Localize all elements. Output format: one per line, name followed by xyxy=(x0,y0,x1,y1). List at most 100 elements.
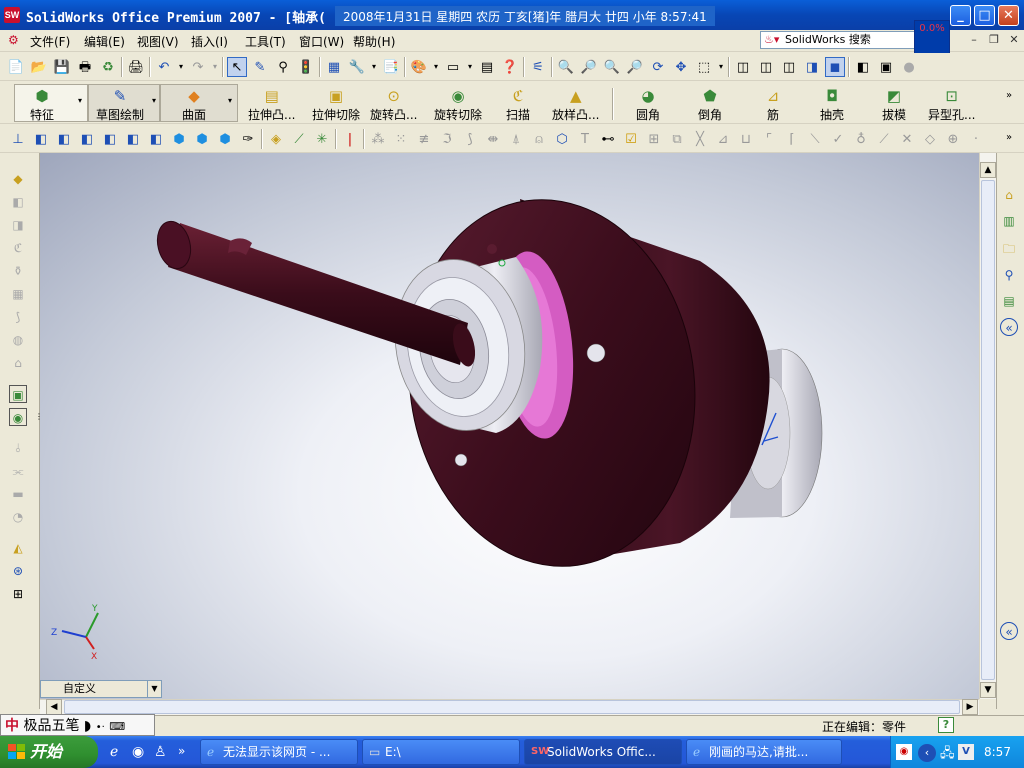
polygon-icon[interactable]: ⬡ xyxy=(552,129,572,149)
pattern-icon[interactable]: ⁂ xyxy=(368,129,388,149)
grid-options-icon[interactable]: ▦ xyxy=(324,57,344,77)
new-file-icon[interactable]: 📄 xyxy=(6,57,26,77)
surface-tab[interactable]: ◆ 曲面 xyxy=(182,86,206,123)
revolve-cut-button[interactable]: ◉ 旋转切除 xyxy=(434,86,482,123)
sketch-tool-12-icon[interactable]: ⊕ xyxy=(943,129,963,149)
ime-punct-icon[interactable]: •· xyxy=(96,722,105,733)
rib-button[interactable]: ⊿ 筋 xyxy=(762,86,784,123)
sketch-tool-2-icon[interactable]: ⊿ xyxy=(713,129,733,149)
sketch-tool-6-icon[interactable]: ⟍ xyxy=(805,129,825,149)
fillet-button[interactable]: ◕ 圆角 xyxy=(636,86,660,123)
bottom-view-icon[interactable]: ◧ xyxy=(146,129,166,149)
solidworks-logo-icon[interactable]: SW xyxy=(4,7,20,23)
redo-icon[interactable]: ↷ xyxy=(188,57,208,77)
mirror-icon[interactable]: ⇼ xyxy=(483,129,503,149)
expand-pane-icon[interactable]: « xyxy=(1000,622,1018,640)
axis-tool-icon[interactable]: ⊛ xyxy=(9,562,27,580)
surface-dropdown-icon[interactable]: ▾ xyxy=(228,96,232,105)
menu-view[interactable]: 视图(V) xyxy=(137,33,179,50)
design-library-icon[interactable]: ▥ xyxy=(1000,212,1018,230)
undo-icon[interactable]: ↶ xyxy=(154,57,174,77)
measure-icon[interactable]: ⚟ xyxy=(528,57,548,77)
pan-icon[interactable]: ✥ xyxy=(671,57,691,77)
sketch-tool-10-icon[interactable]: ✕ xyxy=(897,129,917,149)
appearance-dropdown-icon[interactable]: ▾ xyxy=(432,57,440,77)
extrude-tool-icon[interactable]: ◆ xyxy=(9,170,27,188)
graphics-viewport[interactable]: Y Z X xyxy=(40,153,979,699)
offset-icon[interactable]: ℑ xyxy=(437,129,457,149)
undo-dropdown-icon[interactable]: ▾ xyxy=(177,57,185,77)
help-status-icon[interactable]: ? xyxy=(938,717,954,733)
doc-close-icon[interactable]: ✕ xyxy=(1006,32,1022,48)
add-relation-icon[interactable]: ⊷ xyxy=(598,129,618,149)
open-file-icon[interactable]: 📂 xyxy=(29,57,49,77)
view-orientation-dropdown-icon[interactable]: ▾ xyxy=(717,57,725,77)
split-tool-icon[interactable]: ◔ xyxy=(9,508,27,526)
sketch-tool-7-icon[interactable]: ✓ xyxy=(828,129,848,149)
save-icon[interactable]: 💾 xyxy=(52,57,72,77)
app-quicklaunch-icon[interactable]: ♙ xyxy=(154,744,167,760)
quicklaunch-expand-icon[interactable]: » xyxy=(178,744,185,758)
task-explorer[interactable]: ▭ E:\ xyxy=(362,739,520,765)
relation-icon[interactable]: ≢ xyxy=(414,129,434,149)
publish-icon[interactable]: ♻ xyxy=(98,57,118,77)
scale-tool-icon[interactable]: ▬ xyxy=(9,485,27,503)
network-icon[interactable]: 🖧 xyxy=(940,744,955,766)
print-icon[interactable]: 🖨 xyxy=(126,57,146,77)
display-relation-icon[interactable]: ☑ xyxy=(621,129,641,149)
file-explorer-icon[interactable]: 🗀 xyxy=(1000,240,1018,258)
loft-boss-button[interactable]: ▲ 放样凸... xyxy=(552,86,599,123)
move-entities-icon[interactable]: ⧉ xyxy=(667,129,687,149)
menu-insert[interactable]: 插入(I) xyxy=(191,33,228,50)
chamfer-button[interactable]: ⬟ 倒角 xyxy=(698,86,722,123)
revolve-boss-button[interactable]: ⊙ 旋转凸... xyxy=(370,86,417,123)
wireframe-icon[interactable]: ◫ xyxy=(733,57,753,77)
search-icon[interactable]: ♨▾ xyxy=(764,33,782,47)
fillet-tool-icon[interactable]: ▣ xyxy=(9,385,27,403)
sketch-dropdown-icon[interactable]: ▾ xyxy=(152,96,156,105)
view-orientation-icon[interactable]: ⬚ xyxy=(694,57,714,77)
front-view-icon[interactable]: ◧ xyxy=(31,129,51,149)
centerline-icon[interactable]: ⟋ xyxy=(289,129,309,149)
shaded-with-edges-icon[interactable]: ◨ xyxy=(802,57,822,77)
draft-button[interactable]: ◩ 拔模 xyxy=(882,86,906,123)
extrude-cut-tool-icon[interactable]: ◧ xyxy=(9,193,27,211)
search-pane-icon[interactable]: ⚲ xyxy=(1000,266,1018,284)
dropdown-arrow-icon[interactable]: ▼ xyxy=(147,681,161,697)
menu-help[interactable]: 帮助(H) xyxy=(353,33,395,50)
minimize-button[interactable]: _ xyxy=(950,5,971,26)
sketch-mode-icon[interactable]: | xyxy=(340,129,360,149)
sketch-tool-9-icon[interactable]: ⟋ xyxy=(874,129,894,149)
window-tile-icon[interactable]: ▭ xyxy=(443,57,463,77)
shell-button[interactable]: ◘ 抽壳 xyxy=(820,86,844,123)
zoom-to-area-icon[interactable]: 🔎 xyxy=(579,57,599,77)
task-solidworks[interactable]: SW SolidWorks Offic... xyxy=(524,739,682,765)
doc-restore-icon[interactable]: ❐ xyxy=(986,32,1002,48)
tray-expand-icon[interactable]: ‹ xyxy=(918,744,936,762)
menu-file[interactable]: 文件(F) xyxy=(30,33,70,50)
back-view-icon[interactable]: ◧ xyxy=(54,129,74,149)
zoom-to-fit-icon[interactable]: 🔍 xyxy=(556,57,576,77)
ie-quicklaunch-icon[interactable]: ℯ xyxy=(110,744,118,760)
extend-icon[interactable]: ⍝ xyxy=(529,129,549,149)
rotate-view-icon[interactable]: ⟳ xyxy=(648,57,668,77)
sketch-tool-1-icon[interactable]: ╳ xyxy=(690,129,710,149)
browser-quicklaunch-icon[interactable]: ◉ xyxy=(132,744,144,760)
file-properties-icon[interactable]: 📑 xyxy=(381,57,401,77)
pattern-tool-icon[interactable]: ⫰ xyxy=(9,439,27,457)
perspective-icon[interactable]: ▣ xyxy=(876,57,896,77)
zoom-to-selection-icon[interactable]: 🔎 xyxy=(625,57,645,77)
view-orientation-dropdown[interactable]: 自定义 ▼ xyxy=(40,680,162,698)
scroll-right-icon[interactable]: ▶ xyxy=(962,699,978,715)
extrude-boss-button[interactable]: ▤ 拉伸凸... xyxy=(248,86,295,123)
home-icon[interactable]: ⌂ xyxy=(1000,186,1018,204)
rebuild-icon[interactable]: 🚦 xyxy=(296,57,316,77)
sketch-line-icon[interactable]: ◈ xyxy=(266,129,286,149)
sketch-tool-5-icon[interactable]: ⌈ xyxy=(782,129,802,149)
loft-tool-icon[interactable]: ⚱ xyxy=(9,262,27,280)
feature-tab[interactable]: ⬢ 特征 xyxy=(30,86,54,123)
smart-dimension-icon[interactable]: ⚲ xyxy=(273,57,293,77)
menu-tools[interactable]: 工具(T) xyxy=(245,33,286,50)
vertical-scroll-thumb[interactable] xyxy=(981,180,995,680)
grid-icon[interactable]: ⁙ xyxy=(391,129,411,149)
